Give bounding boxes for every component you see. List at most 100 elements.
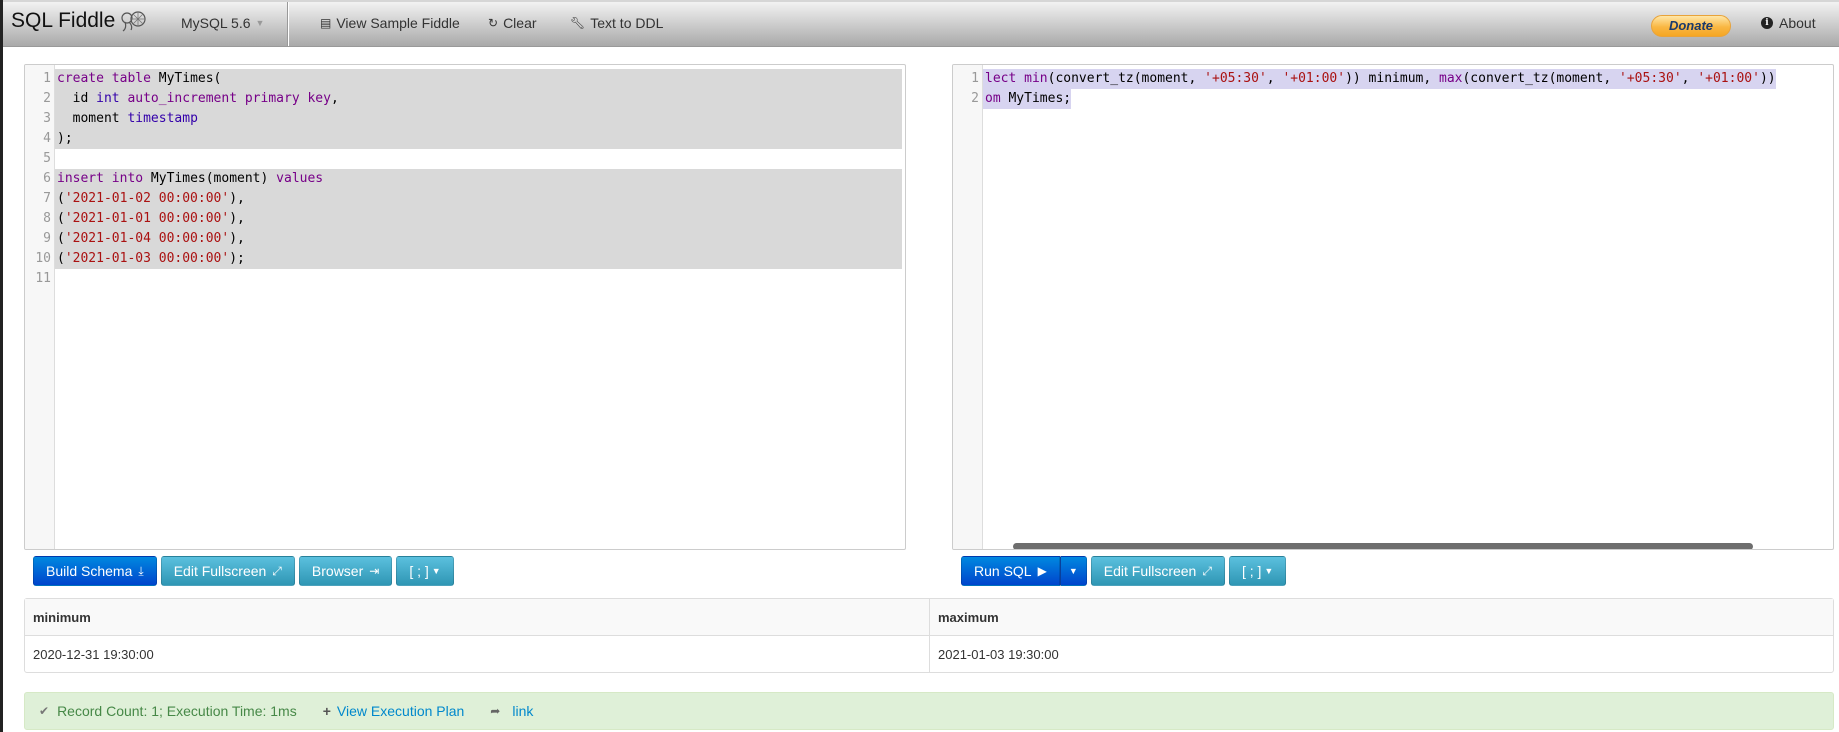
code-token: (: [57, 231, 65, 246]
code-line[interactable]: 8 ('2021-01-01 00:00:00'),: [43, 209, 905, 229]
code-token: timestamp: [127, 111, 198, 126]
build-schema-label: Build Schema: [46, 563, 133, 579]
wrench-icon: 🔧︎: [570, 16, 586, 30]
run-sql-label: Run SQL: [974, 563, 1032, 579]
code-line[interactable]: 3 moment timestamp: [43, 109, 905, 129]
text-to-ddl-label: Text to DDL: [590, 15, 664, 31]
terminator-label: [ ; ]: [409, 563, 429, 579]
edit-fullscreen-label: Edit Fullscreen: [173, 563, 267, 579]
code-line[interactable]: 5: [43, 149, 905, 169]
view-sample-fiddle-link[interactable]: ▤ View Sample Fiddle: [320, 15, 460, 31]
line-number: 9: [43, 231, 51, 246]
code-token: '2021-01-02 00:00:00': [64, 191, 230, 206]
code-token: '2021-01-01 00:00:00': [64, 211, 230, 226]
query-terminator-dropdown[interactable]: [ ; ] ▼: [1228, 556, 1287, 586]
browser-button[interactable]: Browser ⇥: [298, 556, 393, 586]
permalink-link[interactable]: link: [512, 703, 533, 719]
code-line[interactable]: 2 om MyTimes;: [971, 89, 1833, 109]
fiddlehead-logo-icon: [121, 11, 146, 32]
code-token: '+05:30': [1204, 71, 1267, 86]
code-line[interactable]: 4);: [43, 129, 905, 149]
code-token: ),: [229, 231, 245, 246]
about-link[interactable]: i About: [1761, 15, 1816, 31]
code-token: ),: [229, 191, 245, 206]
about-label: About: [1779, 15, 1816, 31]
horizontal-scrollbar[interactable]: [1013, 543, 1753, 549]
code-token: )) minimum,: [1345, 71, 1439, 86]
code-token: (: [57, 211, 65, 226]
code-token: om: [985, 91, 1001, 106]
chevron-down-icon: ▼: [255, 18, 265, 28]
code-line[interactable]: 9 ('2021-01-04 00:00:00'),: [43, 229, 905, 249]
code-token: )): [1759, 71, 1776, 86]
code-text: ('2021-01-02 00:00:00'),: [55, 189, 902, 209]
code-text: om MyTimes;: [983, 89, 1072, 109]
edit-fullscreen-label: Edit Fullscreen: [1103, 563, 1197, 579]
code-token: values: [276, 171, 324, 186]
play-icon: ▶: [1037, 564, 1047, 578]
code-line[interactable]: 10 ('2021-01-03 00:00:00');: [35, 249, 905, 269]
table-cell: 2021-01-03 19:30:00: [929, 636, 1833, 672]
text-to-ddl-link[interactable]: 🔧︎ Text to DDL: [570, 15, 663, 31]
query-editor[interactable]: 1 lect min(convert_tz(moment, '+05:30', '…: [952, 64, 1834, 550]
column-header: maximum: [929, 599, 1833, 636]
view-sample-fiddle-label: View Sample Fiddle: [336, 15, 460, 31]
code-token: ),: [229, 211, 245, 226]
brand[interactable]: SQL Fiddle: [11, 9, 147, 33]
status-message: Record Count: 1; Execution Time: 1ms: [57, 703, 297, 719]
caret-down-icon: ▼: [1264, 566, 1274, 576]
line-number: 11: [35, 271, 51, 286]
results-table: minimum maximum 2020-12-31 19:30:00 2021…: [24, 598, 1834, 673]
fullscreen-icon: ⤢: [272, 563, 282, 578]
column-header: minimum: [25, 599, 929, 636]
code-line[interactable]: 1 lect min(convert_tz(moment, '+05:30', '…: [971, 69, 1833, 89]
plus-icon: +: [322, 703, 331, 719]
code-token: '2021-01-04 00:00:00': [64, 231, 230, 246]
schema-button-row: Build Schema ⤓ Edit Fullscreen ⤢ Browser…: [33, 556, 454, 586]
execution-status: ✔ Record Count: 1; Execution Time: 1ms +…: [24, 692, 1834, 730]
schema-editor[interactable]: 1 create table MyTimes(2 id int auto_incr…: [24, 64, 906, 550]
code-token: ,: [330, 91, 339, 106]
share-icon: ➦: [490, 704, 501, 718]
code-text: ('2021-01-04 00:00:00'),: [55, 229, 902, 249]
database-select[interactable]: MySQL 5.6 ▼: [181, 15, 264, 31]
code-token: id: [57, 91, 97, 106]
fullscreen-icon: ⤢: [1202, 563, 1212, 578]
code-line[interactable]: 7 ('2021-01-02 00:00:00'),: [43, 189, 905, 209]
table-cell: 2020-12-31 19:30:00: [33, 646, 154, 662]
code-token: min: [1024, 71, 1048, 86]
schema-edit-fullscreen-button[interactable]: Edit Fullscreen ⤢: [160, 556, 295, 586]
code-text: lect min(convert_tz(moment, '+05:30', '+…: [983, 69, 1776, 89]
code-token: insert: [57, 171, 104, 186]
build-schema-button[interactable]: Build Schema ⤓: [33, 556, 157, 586]
line-number: 1: [43, 71, 51, 86]
run-sql-dropdown-toggle[interactable]: ▼: [1059, 556, 1087, 586]
schema-terminator-dropdown[interactable]: [ ; ] ▼: [396, 556, 454, 586]
query-edit-fullscreen-button[interactable]: Edit Fullscreen ⤢: [1090, 556, 1225, 586]
query-code[interactable]: 1 lect min(convert_tz(moment, '+05:30', '…: [971, 69, 1833, 109]
brand-name: SQL Fiddle: [11, 9, 116, 32]
list-icon: ▤: [320, 16, 332, 30]
code-token: '+01:00': [1282, 71, 1346, 86]
run-sql-button[interactable]: Run SQL ▶: [961, 556, 1060, 586]
schema-code[interactable]: 1 create table MyTimes(2 id int auto_incr…: [35, 69, 905, 289]
line-number: 1: [971, 71, 979, 86]
code-token: (convert_tz(moment,: [1047, 71, 1205, 86]
nav-divider: [287, 2, 289, 46]
code-line[interactable]: 11: [35, 269, 905, 289]
navbar: SQL Fiddle MySQL 5.6 ▼ ▤ View Sample Fidd…: [3, 0, 1839, 47]
view-execution-plan-link[interactable]: View Execution Plan: [337, 703, 464, 719]
code-token: auto_increment: [127, 91, 238, 106]
table-row: 2020-12-31 19:30:00 2021-01-03 19:30:00: [25, 636, 1833, 672]
indent-icon: ⇥: [369, 564, 380, 578]
code-line[interactable]: 2 id int auto_increment primary key,: [43, 89, 905, 109]
code-line[interactable]: 6 insert into MyTimes(moment) values: [43, 169, 905, 189]
donate-button[interactable]: Donate: [1651, 15, 1731, 37]
code-text: id int auto_increment primary key,: [55, 89, 902, 109]
clear-link[interactable]: ↻ Clear: [488, 15, 537, 31]
line-number-gutter: [953, 65, 983, 549]
terminator-label: [ ; ]: [1241, 563, 1262, 579]
code-line[interactable]: 1 create table MyTimes(: [43, 69, 905, 89]
code-text: create table MyTimes(: [55, 69, 902, 89]
